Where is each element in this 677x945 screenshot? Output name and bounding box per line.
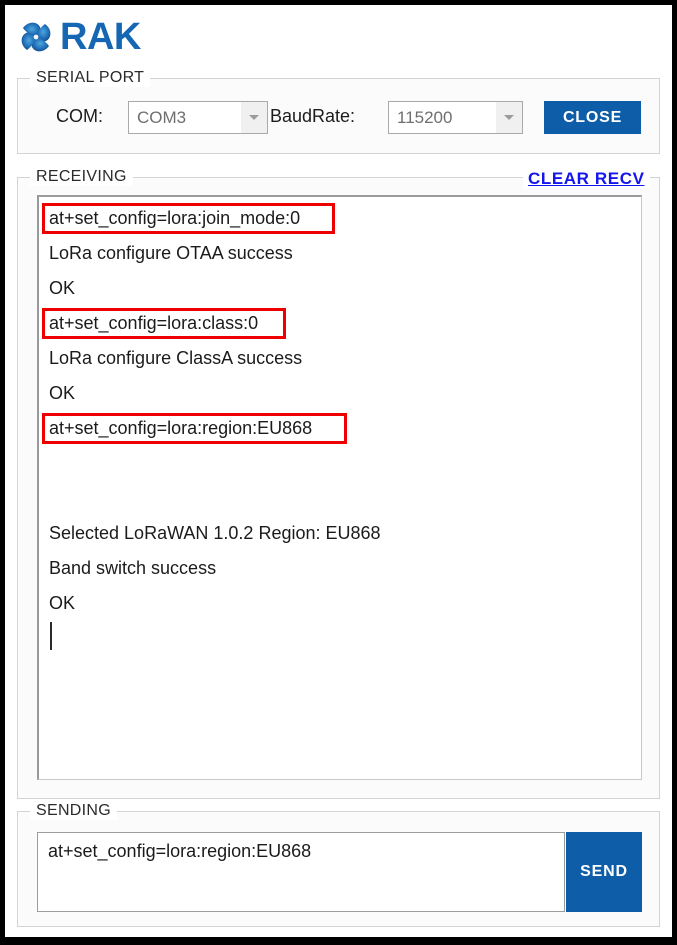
text-caret — [50, 622, 52, 650]
baudrate-value: 115200 — [389, 102, 496, 133]
receiving-line: OK — [39, 586, 641, 621]
receiving-output[interactable]: at+set_config=lora:join_mode:0 LoRa confi… — [37, 195, 642, 780]
send-button[interactable]: SEND — [566, 832, 642, 912]
send-command-input[interactable]: at+set_config=lora:region:EU868 — [37, 832, 565, 912]
receiving-line: LoRa configure OTAA success — [39, 236, 641, 271]
brand-header: RAK — [5, 5, 672, 65]
receiving-caret-line — [39, 621, 641, 656]
sending-legend: SENDING — [30, 802, 117, 820]
close-port-button[interactable]: CLOSE — [544, 101, 641, 134]
receiving-line-text: LoRa configure ClassA success — [49, 348, 303, 368]
receiving-line: at+set_config=lora:join_mode:0 — [39, 201, 641, 236]
receiving-line — [39, 446, 641, 481]
receiving-line: OK — [39, 271, 641, 306]
receiving-line-text: OK — [49, 278, 76, 298]
com-port-select[interactable]: COM3 — [128, 101, 268, 134]
receiving-line-text: OK — [49, 383, 76, 403]
clear-recv-link[interactable]: CLEAR RECV — [523, 169, 650, 189]
receiving-line: OK — [39, 376, 641, 411]
brand-logo: RAK — [16, 14, 141, 60]
com-label: COM: — [56, 106, 103, 126]
com-port-value: COM3 — [129, 102, 241, 133]
receiving-line: Selected LoRaWAN 1.0.2 Region: EU868 — [39, 516, 641, 551]
serial-port-legend: SERIAL PORT — [30, 69, 151, 87]
receiving-line: LoRa configure ClassA success — [39, 341, 641, 376]
brand-name: RAK — [60, 16, 141, 58]
receiving-line-text: LoRa configure OTAA success — [49, 243, 293, 263]
receiving-line-text: OK — [49, 593, 76, 613]
baudrate-label: BaudRate: — [270, 106, 356, 126]
baudrate-select[interactable]: 115200 — [388, 101, 523, 134]
sending-group: SENDING at+set_config=lora:region:EU868 … — [17, 802, 660, 927]
receiving-line-text: at+set_config=lora:class:0 — [49, 313, 259, 333]
receiving-line-text: at+set_config=lora:join_mode:0 — [49, 208, 301, 228]
receiving-line: at+set_config=lora:class:0 — [39, 306, 641, 341]
receiving-line: Band switch success — [39, 551, 641, 586]
chevron-down-icon[interactable] — [496, 102, 522, 133]
receiving-legend: RECEIVING — [30, 168, 133, 186]
receiving-line — [39, 481, 641, 516]
receiving-line-text: Band switch success — [49, 558, 217, 578]
receiving-line-text — [49, 488, 54, 508]
rak-pinwheel-icon — [16, 17, 56, 57]
receiving-line-text: at+set_config=lora:region:EU868 — [49, 418, 313, 438]
receiving-group: RECEIVING at+set_config=lora:join_mode:0… — [17, 168, 660, 799]
chevron-down-icon[interactable] — [241, 102, 267, 133]
receiving-line-text — [49, 453, 54, 473]
serial-port-group: SERIAL PORT COM: COM3 BaudRate: 115200 C… — [17, 69, 660, 154]
receiving-line-text: Selected LoRaWAN 1.0.2 Region: EU868 — [49, 523, 381, 543]
serial-port-tool-window: RAK SERIAL PORT COM: COM3 BaudRate: 1152… — [5, 5, 672, 937]
receiving-line: at+set_config=lora:region:EU868 — [39, 411, 641, 446]
